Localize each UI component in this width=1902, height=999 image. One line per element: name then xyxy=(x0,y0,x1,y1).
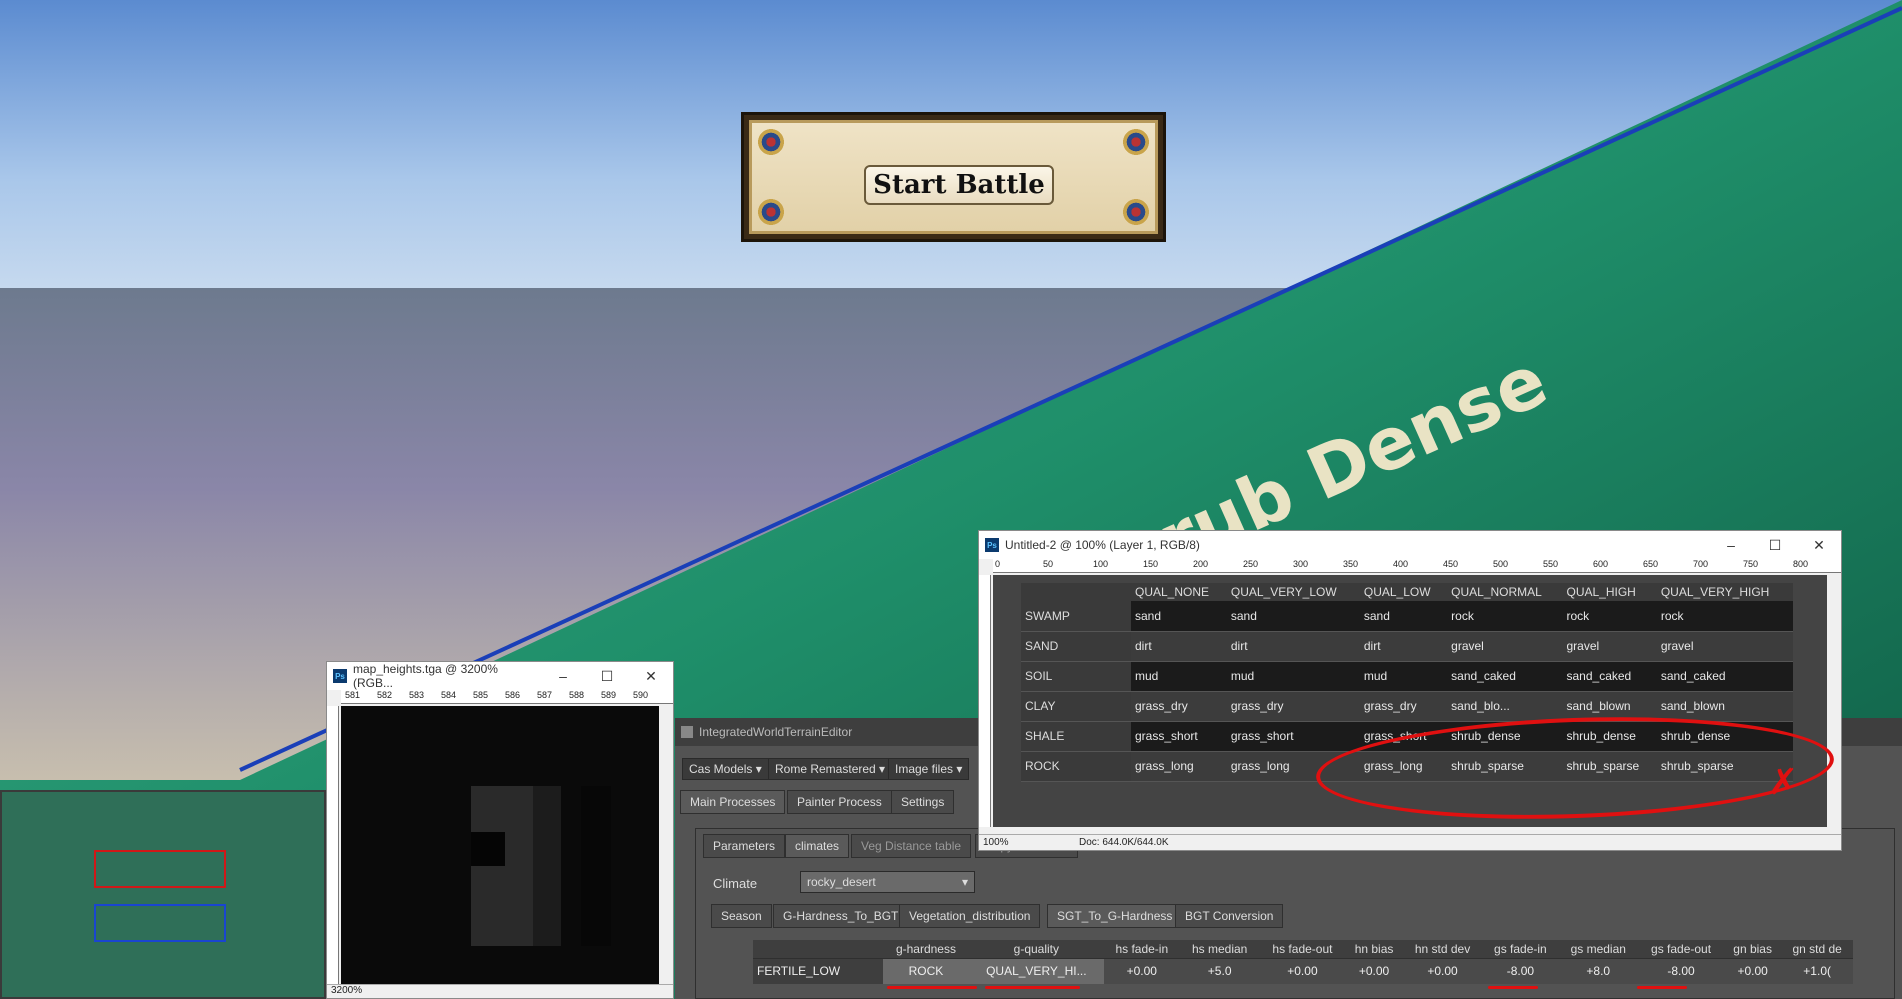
tab-vegetation-distribution[interactable]: Vegetation_distribution xyxy=(899,904,1041,928)
tab-g-hardness-to-bgt[interactable]: G-Hardness_To_BGT xyxy=(773,904,909,928)
untitled-window-title: Untitled-2 @ 100% (Layer 1, RGB/8) xyxy=(1005,538,1200,552)
start-battle-button[interactable]: Start Battle xyxy=(741,112,1166,242)
tab-settings[interactable]: Settings xyxy=(891,790,955,814)
table-cell[interactable]: +0.00 xyxy=(1724,957,1782,984)
minimize-icon[interactable]: – xyxy=(541,668,585,685)
table-cell[interactable]: +8.0 xyxy=(1558,957,1639,984)
table-row: CLAY grass_dry grass_dry grass_dry sand_bl… xyxy=(1021,691,1793,722)
table-row: SOIL mud mud mud sand_caked sand_caked sand… xyxy=(1021,661,1793,692)
horizontal-ruler: 581 582 583 584 585 586 587 588 589 590 xyxy=(341,690,673,704)
row-name: FERTILE_LOW xyxy=(753,957,883,984)
tab-veg-distance-table[interactable]: Veg Distance table xyxy=(851,834,972,858)
tab-climates[interactable]: climates xyxy=(785,834,850,858)
height-pixel-block xyxy=(533,786,561,946)
photoshop-icon: Ps xyxy=(985,538,999,552)
tab-sgt-to-g-hardness[interactable]: SGT_To_G-Hardness xyxy=(1047,904,1183,928)
tab-parameters[interactable]: Parameters xyxy=(703,834,786,858)
doc-info[interactable]: Doc: 644.0K/644.0K xyxy=(1079,837,1169,848)
tab-main-processes[interactable]: Main Processes xyxy=(680,790,786,814)
close-icon[interactable]: ✕ xyxy=(1797,537,1841,554)
table-row: SAND dirt dirt dirt gravel gravel gravel xyxy=(1021,631,1793,662)
close-icon[interactable]: ✕ xyxy=(629,668,673,685)
table-cell[interactable]: +0.00 xyxy=(1259,957,1346,984)
annotation-underline xyxy=(1637,986,1687,989)
height-pixel-block xyxy=(581,786,611,946)
table-row[interactable]: FERTILE_LOW ROCK QUAL_VERY_HI... +0.00 +… xyxy=(753,957,1853,984)
vertical-ruler xyxy=(327,706,339,986)
sgt-table: g-hardness g-quality hs fade-in hs media… xyxy=(753,940,1853,984)
sgt-header-row: g-hardness g-quality hs fade-in hs media… xyxy=(753,940,1853,958)
climate-label: Climate xyxy=(713,876,758,891)
untitled-zoom[interactable]: 100% xyxy=(979,837,1019,848)
table-cell[interactable]: +0.00 xyxy=(1345,957,1403,984)
climate-select[interactable]: rocky_desert ▾ xyxy=(800,871,975,893)
g-quality-cell[interactable]: QUAL_VERY_HI... xyxy=(968,957,1104,984)
ornament-icon xyxy=(758,129,784,155)
annotation-underline xyxy=(985,986,1080,989)
table-cell[interactable]: +1.0( xyxy=(1781,957,1853,984)
table-cell[interactable]: -8.00 xyxy=(1638,957,1724,984)
annotation-x-icon: ✗ xyxy=(1768,762,1799,803)
untitled-status-bar: 100% Doc: 644.0K/644.0K xyxy=(979,834,1841,850)
maximize-icon[interactable]: ☐ xyxy=(585,668,629,685)
menu-rome-remastered[interactable]: Rome Remastered ▾ xyxy=(768,758,893,780)
height-pixel-block xyxy=(471,786,533,946)
minimap-blue-box xyxy=(94,904,226,942)
menu-cas-models[interactable]: Cas Models ▾ xyxy=(682,758,769,780)
table-cell[interactable]: +0.00 xyxy=(1103,957,1180,984)
annotation-underline xyxy=(887,986,977,989)
heights-status-bar: 3200% xyxy=(327,984,673,998)
map-heights-window[interactable]: Ps map_heights.tga @ 3200% (RGB... – ☐ ✕… xyxy=(326,661,674,999)
table-row: SWAMP sand sand sand rock rock rock xyxy=(1021,601,1793,632)
ornament-icon xyxy=(1123,199,1149,225)
table-cell[interactable]: +5.0 xyxy=(1179,957,1260,984)
tab-bgt-conversion[interactable]: BGT Conversion xyxy=(1175,904,1284,928)
vertical-ruler xyxy=(979,575,991,827)
g-hardness-cell[interactable]: ROCK xyxy=(883,957,969,984)
heights-window-title: map_heights.tga @ 3200% (RGB... xyxy=(352,662,498,690)
tab-painter-process[interactable]: Painter Process xyxy=(787,790,892,814)
ornament-icon xyxy=(1123,129,1149,155)
annotation-underline xyxy=(1488,986,1538,989)
minimize-icon[interactable]: – xyxy=(1709,537,1753,554)
app-icon xyxy=(681,726,693,738)
horizontal-ruler: 0 50 100 150 200 250 300 350 400 450 500… xyxy=(993,559,1841,573)
heights-canvas[interactable] xyxy=(341,706,659,986)
minimap[interactable] xyxy=(0,790,326,999)
maximize-icon[interactable]: ☐ xyxy=(1753,537,1797,554)
table-cell[interactable]: -8.00 xyxy=(1482,957,1559,984)
game-scene: Shrub Dense Start Battle Ps map_heights.… xyxy=(0,0,1902,999)
height-pixel-block xyxy=(471,832,505,866)
tab-season[interactable]: Season xyxy=(711,904,772,928)
table-cell[interactable]: +0.00 xyxy=(1402,957,1483,984)
ornament-icon xyxy=(758,199,784,225)
menu-image-files[interactable]: Image files ▾ xyxy=(888,758,970,780)
heights-zoom[interactable]: 3200% xyxy=(331,985,362,996)
start-battle-label: Start Battle xyxy=(864,165,1054,205)
editor-title: IntegratedWorldTerrainEditor xyxy=(699,725,853,739)
photoshop-icon: Ps xyxy=(333,669,347,683)
minimap-red-box xyxy=(94,850,226,888)
climate-header-row: QUAL_NONE QUAL_VERY_LOW QUAL_LOW QUAL_NO… xyxy=(1021,583,1793,601)
